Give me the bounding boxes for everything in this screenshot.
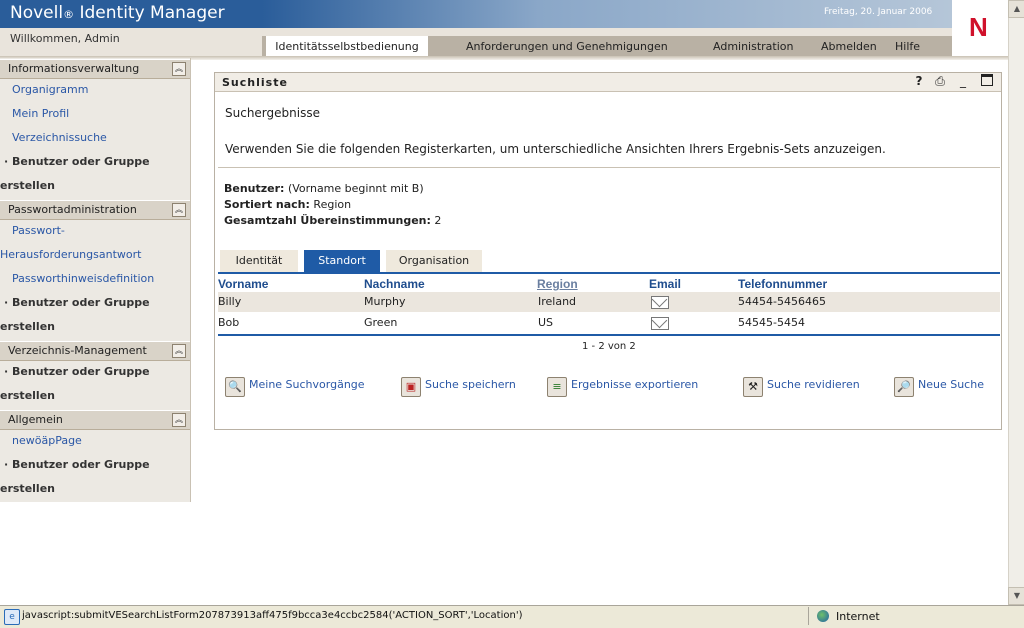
- nav-tab-abmelden[interactable]: Abmelden: [821, 36, 877, 58]
- sidebar-item-erstellen[interactable]: erstellen: [0, 179, 55, 192]
- nav-tab-administration[interactable]: Administration: [713, 36, 794, 58]
- vertical-scrollbar[interactable]: [1008, 0, 1024, 604]
- cell-first-name: Bob: [218, 316, 240, 329]
- sidebar-item-benutzer-erstellen[interactable]: · Benutzer oder Gruppe: [4, 155, 150, 168]
- sidebar-section-allgemein[interactable]: Allgemein ︽: [0, 410, 190, 430]
- tab-standort[interactable]: Standort: [304, 250, 380, 272]
- sidebar-section-informationsverwaltung[interactable]: Informationsverwaltung ︽: [0, 59, 190, 79]
- pagination: 1 - 2 von 2: [582, 341, 636, 352]
- sidebar-item-label: Benutzer oder Gruppe: [12, 155, 150, 168]
- results-heading: Suchergebnisse: [225, 106, 320, 120]
- cell-phone: 54454-5456465: [738, 295, 826, 308]
- sidebar-item-benutzer-erstellen[interactable]: · Benutzer oder Gruppe: [4, 365, 150, 378]
- column-nachname[interactable]: Nachname: [364, 277, 425, 291]
- sidebar-item-newoeappage[interactable]: newöäpPage: [12, 434, 82, 447]
- table-bottom-line: [218, 334, 1000, 336]
- novell-logo: N: [969, 12, 988, 42]
- help-icon[interactable]: ?: [912, 74, 926, 88]
- collapse-icon[interactable]: ︽: [172, 203, 186, 217]
- export-results-icon[interactable]: ≡: [547, 377, 567, 397]
- sidebar-item-erstellen[interactable]: erstellen: [0, 482, 55, 495]
- panel-header: [215, 73, 1001, 92]
- sidebar-item-erstellen[interactable]: erstellen: [0, 320, 55, 333]
- sidebar-item-label: Benutzer oder Gruppe: [12, 365, 150, 378]
- sidebar-item-label: Benutzer oder Gruppe: [12, 458, 150, 471]
- revise-search-icon[interactable]: ⚒: [743, 377, 763, 397]
- page-icon: e: [4, 609, 20, 625]
- sidebar-section-verzeichnis-management[interactable]: Verzeichnis-Management ︽: [0, 341, 190, 361]
- security-zone: Internet: [836, 610, 880, 623]
- revise-search-link[interactable]: Suche revidieren: [767, 378, 860, 391]
- new-search-link[interactable]: Neue Suche: [918, 378, 984, 391]
- section-title: Passwortadministration: [8, 203, 137, 216]
- section-title: Verzeichnis-Management: [8, 344, 147, 357]
- scroll-up-button[interactable]: ▲: [1008, 0, 1024, 18]
- cell-last-name: Green: [364, 316, 398, 329]
- collapse-icon[interactable]: ︽: [172, 344, 186, 358]
- collapse-icon[interactable]: ︽: [172, 413, 186, 427]
- cell-region: Ireland: [538, 295, 577, 308]
- sidebar-section-passwortadministration[interactable]: Passwortadministration ︽: [0, 200, 190, 220]
- section-title: Allgemein: [8, 413, 63, 426]
- column-vorname[interactable]: Vorname: [218, 277, 268, 291]
- sidebar-item-mein-profil[interactable]: Mein Profil: [12, 107, 69, 120]
- save-search-icon[interactable]: ▣: [401, 377, 421, 397]
- sidebar-item-benutzer-erstellen[interactable]: · Benutzer oder Gruppe: [4, 296, 150, 309]
- app-title: Novell® Identity Manager: [10, 3, 225, 23]
- tab-organisation[interactable]: Organisation: [386, 250, 482, 272]
- email-icon[interactable]: [651, 296, 669, 309]
- cell-phone: 54545-5454: [738, 316, 805, 329]
- sidebar-item-verzeichnissuche[interactable]: Verzeichnissuche: [12, 131, 107, 144]
- cell-last-name: Murphy: [364, 295, 406, 308]
- tab-underline: [218, 272, 1000, 274]
- sidebar-item-passwort[interactable]: Passwort-: [12, 224, 65, 237]
- email-icon[interactable]: [651, 317, 669, 330]
- sidebar-item-herausforderungsantwort[interactable]: Herausforderungsantwort: [0, 248, 141, 261]
- status-separator: [808, 607, 809, 625]
- criteria-sort: Sortiert nach: Region: [224, 198, 352, 211]
- minimize-icon[interactable]: _: [956, 74, 970, 88]
- globe-icon: [817, 610, 829, 622]
- scroll-down-button[interactable]: ▼: [1008, 587, 1024, 605]
- section-title: Informationsverwaltung: [8, 62, 140, 75]
- criteria-total: Gesamtzahl Übereinstimmungen: 2: [224, 214, 442, 227]
- header-date: Freitag, 20. Januar 2006: [824, 7, 933, 17]
- export-results-link[interactable]: Ergebnisse exportieren: [571, 378, 698, 391]
- maximize-icon[interactable]: [980, 74, 994, 88]
- welcome-text: Willkommen, Admin: [10, 32, 120, 45]
- new-search-icon[interactable]: 🔎: [894, 377, 914, 397]
- print-icon[interactable]: ⎙: [933, 74, 947, 88]
- my-searches-link[interactable]: Meine Suchvorgänge: [249, 378, 365, 391]
- tab-identitaet[interactable]: Identität: [220, 250, 298, 272]
- criteria-user: Benutzer: (Vorname beginnt mit B): [224, 182, 424, 195]
- status-text: javascript:submitVESearchListForm2078739…: [22, 610, 523, 621]
- save-search-link[interactable]: Suche speichern: [425, 378, 516, 391]
- sidebar-item-benutzer-erstellen[interactable]: · Benutzer oder Gruppe: [4, 458, 150, 471]
- cell-region: US: [538, 316, 554, 329]
- sidebar-item-organigramm[interactable]: Organigramm: [12, 83, 88, 96]
- cell-first-name: Billy: [218, 295, 242, 308]
- table-row: [218, 312, 1000, 332]
- nav-tab-hilfe[interactable]: Hilfe: [895, 36, 920, 58]
- my-searches-icon[interactable]: 🔍: [225, 377, 245, 397]
- sidebar-item-erstellen[interactable]: erstellen: [0, 389, 55, 402]
- column-region[interactable]: Region: [537, 277, 578, 291]
- nav-tab-identitaetsselbstbedienung[interactable]: Identitätsselbstbedienung: [266, 36, 428, 58]
- column-email[interactable]: Email: [649, 277, 681, 291]
- divider: [218, 167, 1000, 168]
- table-row: [218, 292, 1000, 312]
- nav-tab-anforderungen[interactable]: Anforderungen und Genehmigungen: [466, 36, 668, 58]
- column-telefonnummer[interactable]: Telefonnummer: [738, 277, 827, 291]
- sidebar-item-label: Benutzer oder Gruppe: [12, 296, 150, 309]
- panel-title: Suchliste: [222, 76, 288, 89]
- instructions-text: Verwenden Sie die folgenden Registerkart…: [225, 142, 886, 156]
- sidebar-item-passworthinweisdefinition[interactable]: Passworthinweisdefinition: [12, 272, 154, 285]
- collapse-icon[interactable]: ︽: [172, 62, 186, 76]
